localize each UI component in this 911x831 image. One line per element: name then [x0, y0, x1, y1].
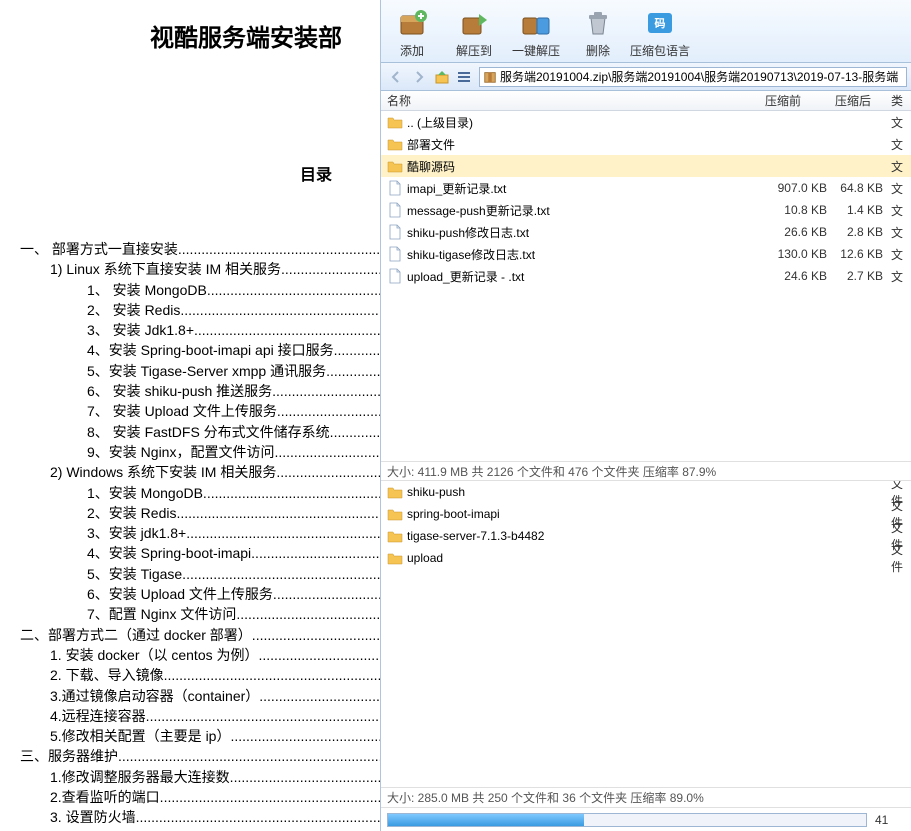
- lower-file-list[interactable]: shiku-push文件spring-boot-imapi文件tigase-se…: [381, 481, 911, 787]
- col-type[interactable]: 类: [891, 91, 911, 110]
- file-row[interactable]: 酷聊源码 文: [381, 155, 911, 177]
- lower-file-pane: shiku-push文件spring-boot-imapi文件tigase-se…: [381, 481, 911, 787]
- file-row[interactable]: upload_更新记录 - .txt 24.6 KB2.7 KB文: [381, 265, 911, 287]
- file-row[interactable]: imapi_更新记录.txt 907.0 KB64.8 KB文: [381, 177, 911, 199]
- progress-fill: [388, 814, 584, 826]
- upper-file-list[interactable]: .. (上级目录)文部署文件文酷聊源码文imapi_更新记录.txt907.0 …: [381, 111, 911, 461]
- file-row[interactable]: shiku-push文件: [381, 481, 911, 503]
- progress-bar: [387, 813, 867, 827]
- size-after: 2.7 KB: [835, 269, 891, 283]
- nav-forward-button[interactable]: [408, 67, 430, 87]
- one-click-extract-button[interactable]: 一键解压: [505, 3, 567, 59]
- file-type: 文: [891, 158, 911, 175]
- file-name: upload: [407, 551, 443, 565]
- size-before: 26.6 KB: [765, 225, 835, 239]
- size-before: 24.6 KB: [765, 269, 835, 283]
- file-name: shiku-push修改日志.txt: [407, 224, 529, 241]
- size-after: 2.8 KB: [835, 225, 891, 239]
- nav-back-button[interactable]: [385, 67, 407, 87]
- progress-area: 41: [381, 807, 911, 831]
- file-type: 文: [891, 180, 911, 197]
- address-text: 服务端20191004.zip\服务端20191004\服务端20190713\…: [500, 68, 898, 85]
- svg-text:码: 码: [655, 17, 666, 30]
- code-icon: 码: [643, 6, 677, 40]
- size-before: 907.0 KB: [765, 181, 835, 195]
- view-list-button[interactable]: [453, 67, 475, 87]
- archive-window: 添加 解压到 一键解压 删除 码 压缩包语言: [380, 0, 911, 831]
- size-after: 12.6 KB: [835, 247, 891, 261]
- file-name: upload_更新记录 - .txt: [407, 268, 524, 285]
- archive-language-button[interactable]: 码 压缩包语言: [629, 3, 691, 59]
- upper-status-bar: 大小: 411.9 MB 共 2126 个文件和 476 个文件夹 压缩率 87…: [381, 461, 911, 481]
- file-name: imapi_更新记录.txt: [407, 180, 506, 197]
- file-row[interactable]: .. (上级目录) 文: [381, 111, 911, 133]
- file-name: .. (上级目录): [407, 114, 473, 131]
- progress-text: 41: [875, 813, 905, 827]
- file-row[interactable]: tigase-server-7.1.3-b4482文件: [381, 525, 911, 547]
- file-row[interactable]: upload文件: [381, 547, 911, 569]
- add-icon: [395, 6, 429, 40]
- extract-to-button[interactable]: 解压到: [443, 3, 505, 59]
- size-before: 10.8 KB: [765, 203, 835, 217]
- upper-column-header[interactable]: 名称 压缩前 压缩后 类: [381, 91, 911, 111]
- file-type: 文件: [891, 541, 911, 575]
- file-row[interactable]: shiku-push修改日志.txt 26.6 KB2.8 KB文: [381, 221, 911, 243]
- file-row[interactable]: 部署文件 文: [381, 133, 911, 155]
- col-before[interactable]: 压缩前: [765, 91, 835, 110]
- col-after[interactable]: 压缩后: [835, 91, 891, 110]
- file-type: 文: [891, 202, 911, 219]
- address-bar[interactable]: 服务端20191004.zip\服务端20191004\服务端20190713\…: [479, 67, 907, 87]
- file-row[interactable]: message-push更新记录.txt 10.8 KB1.4 KB文: [381, 199, 911, 221]
- file-name: 部署文件: [407, 136, 455, 153]
- archive-icon: [483, 70, 497, 84]
- delete-button[interactable]: 删除: [567, 3, 629, 59]
- size-after: 64.8 KB: [835, 181, 891, 195]
- file-row[interactable]: shiku-tigase修改日志.txt 130.0 KB12.6 KB文: [381, 243, 911, 265]
- file-type: 文: [891, 136, 911, 153]
- size-after: 1.4 KB: [835, 203, 891, 217]
- file-type: 文: [891, 268, 911, 285]
- file-row[interactable]: spring-boot-imapi文件: [381, 503, 911, 525]
- navigation-bar: 服务端20191004.zip\服务端20191004\服务端20190713\…: [381, 63, 911, 91]
- file-type: 文: [891, 114, 911, 131]
- delete-icon: [581, 6, 615, 40]
- size-before: 130.0 KB: [765, 247, 835, 261]
- file-name: 酷聊源码: [407, 158, 455, 175]
- file-name: message-push更新记录.txt: [407, 202, 550, 219]
- lower-status-bar: 大小: 285.0 MB 共 250 个文件和 36 个文件夹 压缩率 89.0…: [381, 787, 911, 807]
- extract-icon: [457, 6, 491, 40]
- add-button[interactable]: 添加: [381, 3, 443, 59]
- upper-file-pane: 名称 压缩前 压缩后 类 .. (上级目录)文部署文件文酷聊源码文imapi_更…: [381, 91, 911, 461]
- col-name[interactable]: 名称: [381, 91, 765, 110]
- file-name: shiku-push: [407, 485, 465, 499]
- file-name: tigase-server-7.1.3-b4482: [407, 529, 544, 543]
- file-type: 文: [891, 224, 911, 241]
- nav-up-button[interactable]: [431, 67, 453, 87]
- one-click-icon: [519, 6, 553, 40]
- toolbar: 添加 解压到 一键解压 删除 码 压缩包语言: [381, 0, 911, 63]
- file-name: spring-boot-imapi: [407, 507, 500, 521]
- file-type: 文: [891, 246, 911, 263]
- file-name: shiku-tigase修改日志.txt: [407, 246, 535, 263]
